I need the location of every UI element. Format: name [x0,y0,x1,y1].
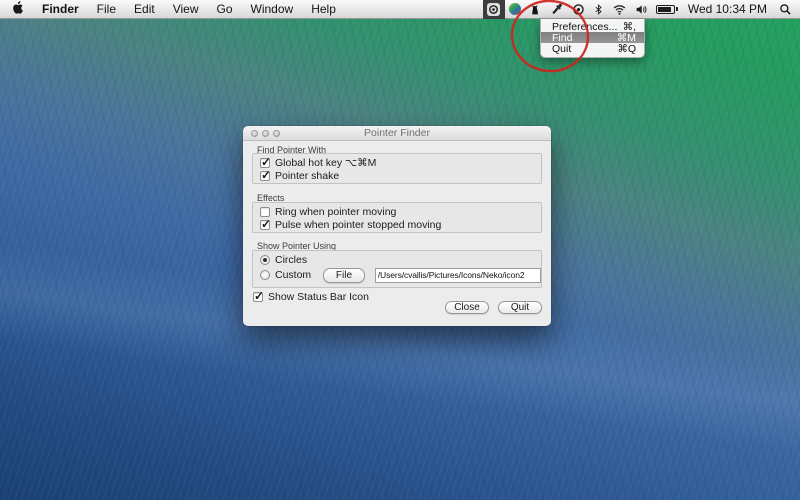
checkbox-row-status-bar-icon: Show Status Bar Icon [252,290,369,303]
file-button[interactable]: File [323,268,365,283]
checkbox-label: Pointer shake [275,170,339,182]
checkbox-row-global-hotkey: Global hot key ⌥⌘M [253,156,541,169]
show-status-bar-icon-checkbox[interactable] [253,292,263,302]
pointer-shake-checkbox[interactable] [260,171,270,181]
apple-logo-icon [11,0,24,18]
target-icon [487,3,500,16]
group-show-pointer-using: Circles Custom File [252,250,542,288]
menu-item-find[interactable]: Find ⌘M [541,32,644,43]
menubar-item-view[interactable]: View [164,0,208,18]
checkbox-label: Ring when pointer moving [275,206,396,218]
menu-item-label: Quit [552,43,571,55]
menu-item-preferences[interactable]: Preferences... ⌘, [541,21,644,32]
volume-icon[interactable] [631,0,652,19]
radio-label: Circles [275,254,307,266]
checkbox-row-pointer-shake: Pointer shake [253,169,541,182]
menu-bar: Finder File Edit View Go Window Help [0,0,800,19]
checkbox-label: Global hot key ⌥⌘M [275,157,376,169]
zoom-window-button[interactable] [273,130,280,137]
close-window-button[interactable] [251,130,258,137]
ring-when-moving-checkbox[interactable] [260,207,270,217]
menubar-item-edit[interactable]: Edit [125,0,164,18]
menu-item-shortcut: ⌘Q [617,43,636,55]
quit-button[interactable]: Quit [498,301,542,314]
checkbox-label: Show Status Bar Icon [268,291,369,303]
window-titlebar[interactable]: Pointer Finder [243,126,551,141]
cat-status-icon[interactable] [525,0,546,19]
menu-item-quit[interactable]: Quit ⌘Q [541,43,644,54]
custom-icon-path-field[interactable] [375,268,541,283]
menubar-item-finder[interactable]: Finder [33,0,88,18]
checkbox-row-pulse-stopped: Pulse when pointer stopped moving [253,218,541,231]
menubar-item-go[interactable]: Go [208,0,242,18]
desktop-wallpaper: Finder File Edit View Go Window Help [0,0,800,500]
pointer-finder-window: Pointer Finder Find Pointer With Global … [243,126,551,326]
circles-radio[interactable] [260,255,270,265]
checkbox-row-ring-moving: Ring when pointer moving [253,205,541,218]
radio-row-custom: Custom File [253,266,541,284]
apple-menu[interactable] [0,0,33,18]
target-status-icon[interactable] [568,0,589,19]
checkbox-label: Pulse when pointer stopped moving [275,219,441,231]
window-title: Pointer Finder [243,126,551,141]
colored-sphere-status-icon[interactable] [505,0,525,19]
spotlight-search-icon[interactable] [775,0,800,19]
minimize-window-button[interactable] [262,130,269,137]
wifi-icon[interactable] [608,0,631,19]
pulse-when-stopped-checkbox[interactable] [260,220,270,230]
battery-icon[interactable] [652,0,682,19]
close-button[interactable]: Close [445,301,489,314]
global-hotkey-checkbox[interactable] [260,158,270,168]
menubar-item-help[interactable]: Help [302,0,345,18]
menubar-item-file[interactable]: File [88,0,125,18]
radio-label: Custom [275,269,311,281]
pointer-finder-status-icon[interactable] [483,0,505,19]
flashlight-status-icon[interactable] [546,0,568,19]
group-effects: Ring when pointer moving Pulse when poin… [252,202,542,233]
bluetooth-icon[interactable] [589,0,608,19]
menubar-clock[interactable]: Wed 10:34 PM [682,2,775,16]
group-find-pointer-with: Global hot key ⌥⌘M Pointer shake [252,153,542,184]
custom-radio[interactable] [260,270,270,280]
status-item-menu: Preferences... ⌘, Find ⌘M Quit ⌘Q [540,19,645,58]
radio-row-circles: Circles [253,254,541,266]
menubar-item-window[interactable]: Window [242,0,303,18]
